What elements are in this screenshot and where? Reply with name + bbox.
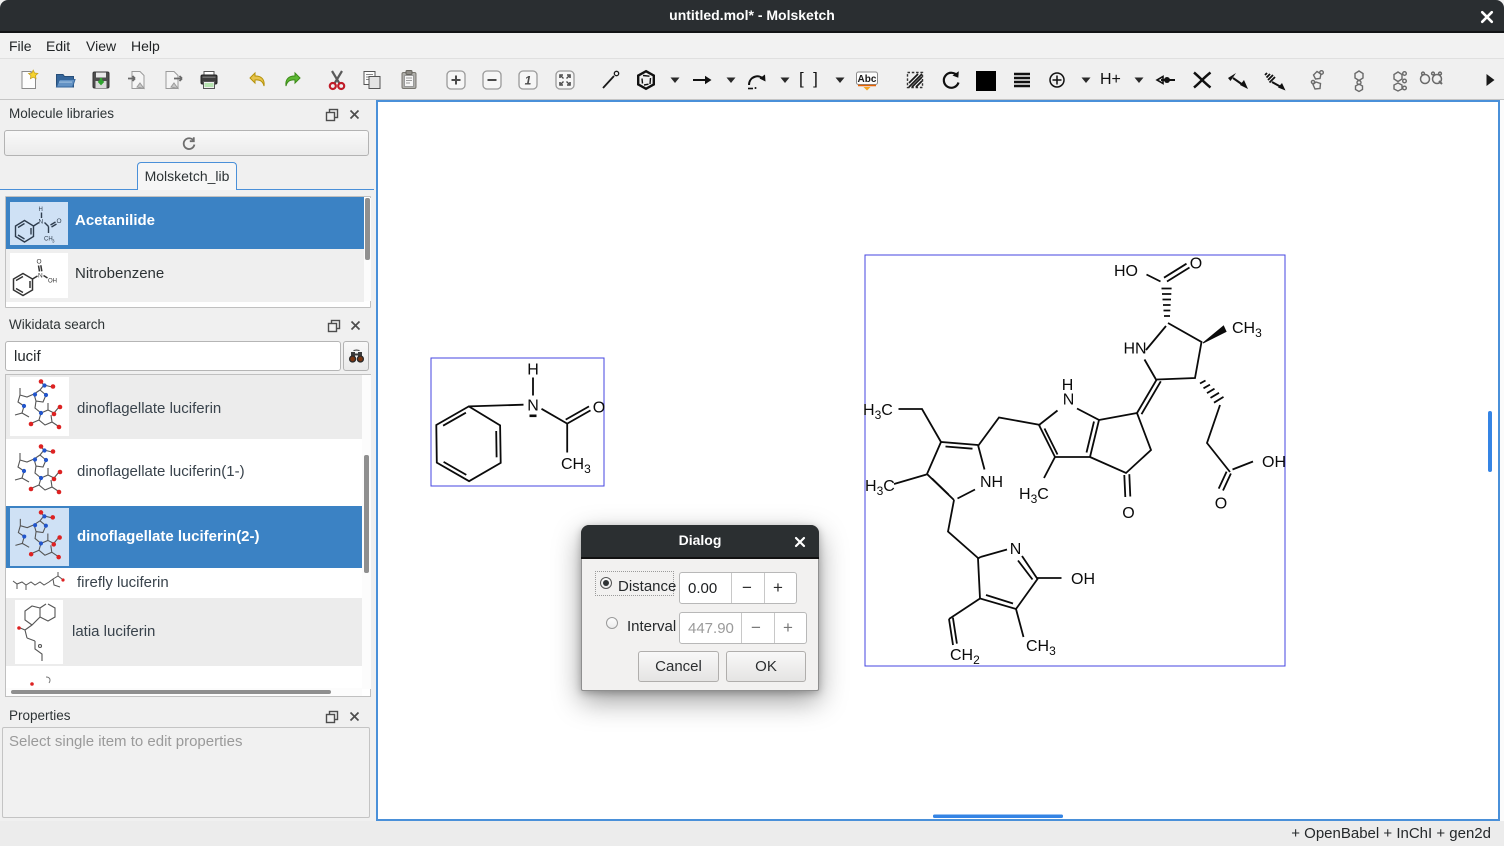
svg-text:Abc: Abc — [858, 74, 877, 85]
svg-text:H3C: H3C — [865, 478, 895, 498]
svg-text:CH3: CH3 — [1232, 320, 1262, 340]
svg-text:H3C: H3C — [863, 402, 893, 422]
svg-text:O: O — [1215, 496, 1227, 513]
svg-text:OH: OH — [48, 279, 57, 285]
svg-text:H3C: H3C — [1019, 486, 1049, 506]
svg-text:1: 1 — [525, 74, 532, 88]
svg-text:HO: HO — [1114, 263, 1138, 280]
svg-text:3: 3 — [52, 239, 55, 244]
svg-text:N: N — [1063, 392, 1075, 409]
svg-text:N: N — [527, 398, 539, 415]
svg-text:N: N — [38, 273, 43, 280]
svg-text:CH3: CH3 — [1026, 638, 1056, 658]
svg-text:O: O — [57, 218, 62, 225]
svg-text:OH: OH — [1262, 454, 1286, 471]
svg-text:O: O — [593, 400, 605, 417]
svg-text:N: N — [1010, 541, 1022, 558]
svg-text:H: H — [39, 207, 43, 213]
svg-text:CH3: CH3 — [561, 456, 591, 476]
svg-text:O: O — [1122, 505, 1134, 522]
svg-text:NH: NH — [980, 474, 1003, 491]
svg-text:CH2: CH2 — [950, 647, 980, 667]
svg-text:H: H — [527, 362, 539, 379]
svg-text:O: O — [1190, 256, 1202, 273]
svg-text:N: N — [39, 219, 44, 226]
svg-text:OH: OH — [1071, 571, 1095, 588]
svg-text:O: O — [37, 259, 42, 266]
svg-text:HN: HN — [1123, 341, 1146, 358]
